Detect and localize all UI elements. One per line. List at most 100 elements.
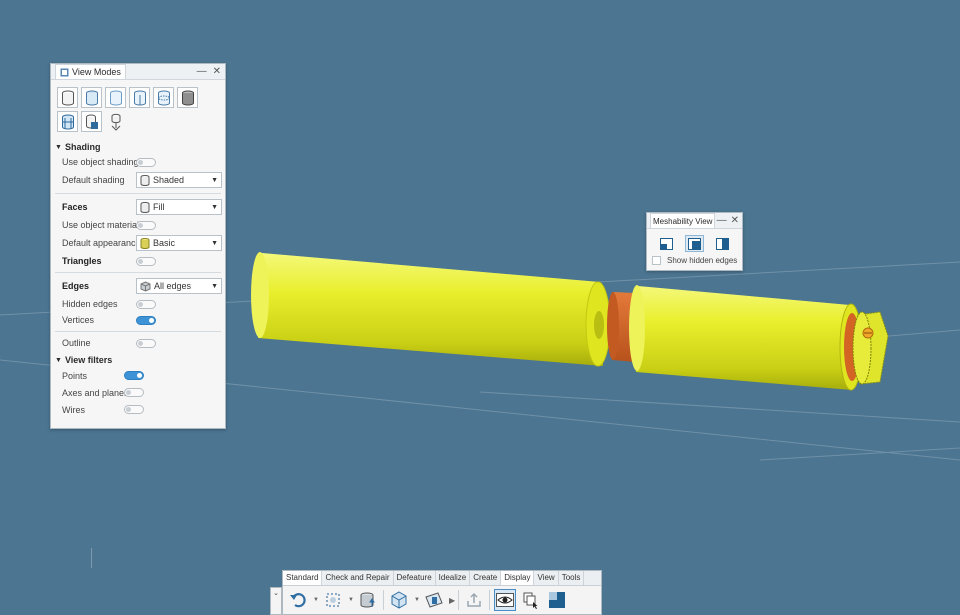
axes-and-planes-toggle[interactable] bbox=[124, 388, 144, 397]
export-button[interactable] bbox=[463, 589, 485, 611]
meshability-mode-2-button[interactable] bbox=[685, 235, 704, 252]
edges-label: Edges bbox=[62, 281, 90, 291]
toolbar-collapse-button[interactable]: ⌄ bbox=[270, 587, 282, 615]
shaded-edges-mode-button[interactable] bbox=[81, 87, 102, 108]
tab-create[interactable]: Create bbox=[470, 571, 502, 585]
section-view-button[interactable] bbox=[423, 589, 445, 611]
dark-shaded-mode-button[interactable] bbox=[177, 87, 198, 108]
show-hidden-edges-label: Show hidden edges bbox=[667, 256, 738, 265]
faces-value: Fill bbox=[153, 202, 165, 212]
selection-filter-button[interactable] bbox=[520, 589, 542, 611]
transparent-mode-button[interactable] bbox=[105, 87, 126, 108]
meshability-title-bar[interactable]: Meshability View — ✕ bbox=[647, 213, 742, 229]
minimize-icon[interactable]: — bbox=[197, 66, 207, 77]
divider bbox=[55, 272, 221, 273]
chevron-down-icon: ▼ bbox=[211, 282, 218, 290]
hidden-edges-toggle[interactable] bbox=[136, 299, 156, 309]
default-appearance-dropdown[interactable]: Basic ▼ bbox=[136, 235, 222, 251]
close-icon[interactable]: ✕ bbox=[213, 66, 221, 77]
use-object-material-toggle[interactable] bbox=[136, 220, 156, 230]
triangles-toggle[interactable] bbox=[136, 256, 156, 266]
axes-and-planes-label: Axes and planes bbox=[62, 387, 129, 398]
fill-icon bbox=[140, 201, 150, 213]
hidden-line-mode-button[interactable] bbox=[129, 87, 150, 108]
view-modes-tab[interactable]: View Modes bbox=[55, 64, 126, 79]
vertices-toggle[interactable] bbox=[136, 315, 156, 325]
cube-icon bbox=[391, 591, 407, 609]
outline-label: Outline bbox=[62, 338, 91, 348]
hidden-line-icon bbox=[133, 90, 146, 105]
shaded-icon bbox=[61, 90, 74, 105]
outline-toggle[interactable] bbox=[136, 338, 156, 348]
edges-dropdown[interactable]: All edges ▼ bbox=[136, 278, 222, 294]
mesh-mode-button[interactable] bbox=[57, 111, 78, 132]
points-toggle[interactable] bbox=[124, 371, 144, 380]
wires-label: Wires bbox=[62, 404, 85, 415]
tab-defeature[interactable]: Defeature bbox=[394, 571, 436, 585]
export-icon bbox=[467, 592, 481, 607]
basic-appearance-icon bbox=[140, 237, 150, 249]
meshability-mode-1-button[interactable] bbox=[657, 235, 676, 252]
use-object-shading-toggle[interactable] bbox=[136, 157, 156, 167]
undo-button[interactable] bbox=[287, 589, 309, 611]
section-plane-icon bbox=[425, 592, 443, 608]
hidden-edges-label: Hidden edges bbox=[62, 299, 118, 309]
divider bbox=[55, 331, 221, 332]
wireframe-mode-button[interactable] bbox=[153, 87, 174, 108]
meshability-mode-3-button[interactable] bbox=[713, 235, 732, 252]
surface-mesh-mode-button[interactable] bbox=[81, 111, 102, 132]
meshability-corner-icon bbox=[716, 237, 729, 250]
copy-cursor-icon bbox=[523, 592, 538, 609]
mesh-display-button[interactable] bbox=[388, 589, 410, 611]
more-arrow-icon[interactable]: ▶ bbox=[449, 596, 455, 605]
points-row: Points bbox=[51, 367, 225, 384]
view-modes-panel: View Modes — ✕ ▼ Shading Use object shad… bbox=[50, 63, 226, 429]
shaded-edges-icon bbox=[85, 90, 98, 105]
meshability-tab[interactable]: Meshability View bbox=[650, 213, 716, 228]
clip-mode-button[interactable] bbox=[105, 111, 126, 132]
view-modes-title-bar[interactable]: View Modes — ✕ bbox=[51, 64, 225, 80]
tab-idealize[interactable]: Idealize bbox=[436, 571, 471, 585]
vertices-label: Vertices bbox=[62, 315, 95, 325]
undo-icon bbox=[290, 593, 306, 608]
select-button[interactable] bbox=[322, 589, 344, 611]
tab-standard[interactable]: Standard bbox=[283, 571, 323, 585]
tab-check-and-repair[interactable]: Check and Repair bbox=[322, 571, 394, 585]
tab-tools[interactable]: Tools bbox=[559, 571, 585, 585]
points-label: Points bbox=[62, 370, 88, 381]
wires-toggle[interactable] bbox=[124, 405, 144, 414]
tab-display[interactable]: Display bbox=[501, 571, 535, 585]
surface-mesh-icon bbox=[85, 114, 98, 129]
select-dropdown-icon[interactable]: ▼ bbox=[348, 597, 354, 603]
default-appearance-label: Default appearance bbox=[62, 238, 141, 248]
view-filters-section-header[interactable]: ▼ View filters bbox=[51, 353, 225, 367]
toolbar-divider bbox=[458, 590, 459, 610]
text-cursor bbox=[91, 548, 92, 568]
shading-section-header[interactable]: ▼ Shading bbox=[51, 140, 225, 154]
shaded-icon bbox=[140, 174, 150, 186]
view-modes-icon bbox=[60, 68, 69, 76]
ribbon-tabs: Standard Check and Repair Defeature Idea… bbox=[283, 571, 601, 586]
chevron-down-icon: ▼ bbox=[211, 239, 218, 247]
close-icon[interactable]: ✕ bbox=[731, 215, 739, 226]
meshability-title: Meshability View bbox=[653, 216, 713, 226]
default-shading-dropdown[interactable]: Shaded ▼ bbox=[136, 172, 222, 188]
mesh-display-dropdown-icon[interactable]: ▼ bbox=[414, 597, 420, 603]
show-hidden-edges-checkbox[interactable] bbox=[652, 256, 661, 265]
toolbar-divider bbox=[383, 590, 384, 610]
meshability-view-button[interactable] bbox=[546, 589, 568, 611]
faces-dropdown[interactable]: Fill ▼ bbox=[136, 199, 222, 215]
view-modes-button[interactable] bbox=[494, 589, 516, 611]
layers-button[interactable] bbox=[357, 589, 379, 611]
outline-row: Outline bbox=[51, 335, 225, 351]
all-edges-icon bbox=[140, 280, 151, 292]
shaded-mode-button[interactable] bbox=[57, 87, 78, 108]
wireframe-edges-icon bbox=[157, 90, 170, 105]
hidden-edges-row: Hidden edges bbox=[51, 296, 225, 312]
undo-dropdown-icon[interactable]: ▼ bbox=[313, 597, 319, 603]
tab-view[interactable]: View bbox=[534, 571, 559, 585]
view-filters-header: View filters bbox=[64, 355, 113, 365]
ribbon-toolbar: Standard Check and Repair Defeature Idea… bbox=[282, 570, 602, 615]
faces-row: Faces Fill ▼ bbox=[51, 197, 225, 217]
minimize-icon[interactable]: — bbox=[717, 215, 727, 226]
